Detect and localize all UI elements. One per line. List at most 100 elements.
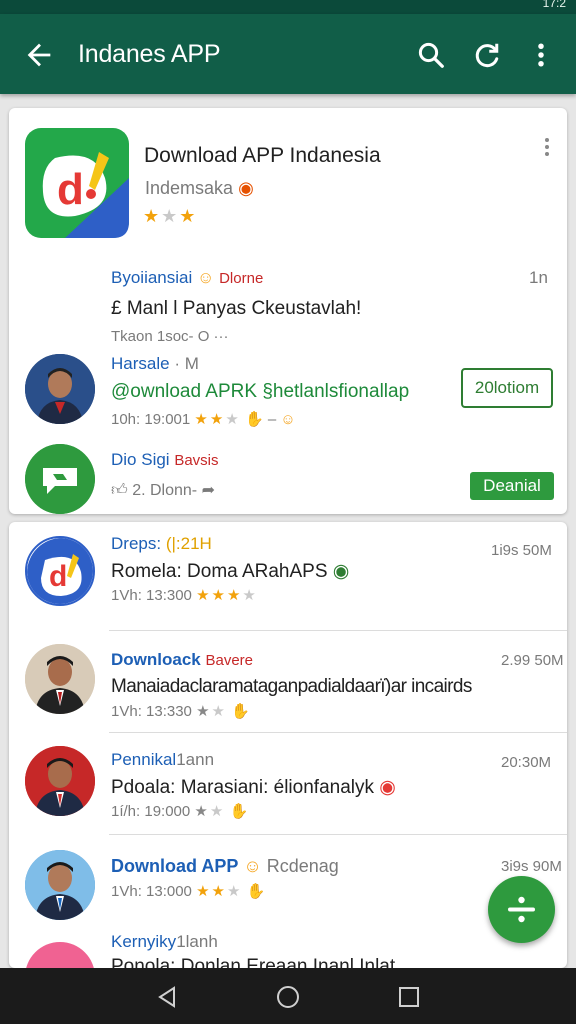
list-item-3-size: 20:30M — [501, 754, 552, 771]
list-divider — [109, 630, 567, 631]
status-clock: 17:2 — [542, 0, 566, 10]
comment-3-tag: Bavsis — [174, 452, 219, 469]
list-item-5-name[interactable]: Kernyiky — [111, 932, 176, 951]
list-item-3-description: Pdoala: Marasiani: élionfanalyk — [111, 777, 374, 798]
comment-3-avatar[interactable] — [25, 444, 95, 514]
nav-back-icon[interactable] — [156, 986, 178, 1008]
list-item-1-meta: 1Vh: 13:300 ★★★★ — [111, 586, 258, 604]
list-item-3-text: Pdoala: Marasiani: élionfanalyk ◉ — [111, 776, 396, 799]
floating-action-button[interactable] — [488, 876, 555, 943]
app-developer: Indemsaka ◉ — [145, 178, 254, 199]
app-rating-stars: ★★★ — [143, 206, 198, 226]
smile-emoji-icon: ☺ — [197, 268, 215, 287]
app-title: Download APP Indanesia — [144, 144, 381, 167]
list-item-4-time: 1Vh: 13:000 — [111, 883, 192, 900]
person-avatar-icon — [25, 850, 95, 920]
list-item-5-badge: 1lanh — [176, 932, 218, 951]
nav-recents-icon[interactable] — [398, 986, 420, 1008]
list-item-2-description: Manaiadaclaramataganpadialdaarï)ar incai… — [111, 676, 472, 697]
list-divider — [109, 732, 567, 733]
comment-2-action-button[interactable]: 20lotiom — [461, 368, 553, 408]
comment-3-header: Dio Sigi Bavsis — [111, 450, 219, 470]
comment-2-avatar[interactable] — [25, 354, 95, 424]
list-item-1-stars: ★★★★ — [196, 587, 258, 604]
thumbs-up-icon[interactable]: 👍︎ — [111, 482, 128, 499]
list-item-1-icon[interactable]: d — [25, 536, 95, 606]
list-item-2-badge: Bavere — [205, 652, 254, 669]
list-item-1-time: 1Vh: 13:300 — [111, 587, 192, 604]
person-avatar-icon — [25, 644, 95, 714]
comment-2-meta: 10h: 19:001 ★★★ ✋ – ☺ — [111, 410, 296, 428]
app-logo-icon: d — [27, 538, 93, 604]
comment-2-dash: – — [267, 411, 277, 428]
comment-3-likes: 2. Dlonn- — [132, 482, 198, 499]
list-item-1-size: 1i9s 50M — [491, 542, 552, 559]
list-item-2-header: Downloack Bavere — [111, 650, 253, 670]
emoji-icon: ☺ — [243, 856, 262, 876]
divide-icon — [508, 896, 535, 923]
list-item-3-stars: ★★ — [194, 803, 226, 820]
developer-name: Indemsaka — [145, 178, 234, 198]
list-item-4-name[interactable]: Download APP — [111, 856, 238, 876]
page-title: Indanes APP — [78, 40, 221, 68]
hand-icon: ✋ — [229, 803, 249, 820]
list-item-2-time: 1Vh: 13:330 — [111, 703, 192, 720]
app-logo-icon[interactable]: d — [25, 128, 129, 238]
list-item-3-avatar[interactable] — [25, 746, 95, 816]
comment-3-action-button[interactable]: Deanial — [470, 472, 554, 500]
featured-app-card[interactable]: d Download APP Indanesia Indemsaka ◉ ★★★… — [9, 108, 567, 514]
emoji-icon: ☺ — [280, 411, 296, 428]
search-icon[interactable] — [416, 40, 446, 70]
nav-home-icon[interactable] — [276, 985, 300, 1009]
app-list-card: d Dreps: (|:21H 1i9s 50M Romela: Doma AR… — [9, 522, 567, 968]
card-more-icon[interactable] — [541, 136, 553, 158]
comment-1-header: Byoiiansiai ☺ Dlorne — [111, 268, 263, 288]
list-item-2-stars: ★★ — [196, 703, 227, 720]
list-item-4-size: 3i9s 90M — [501, 858, 562, 875]
list-divider — [109, 834, 567, 835]
emoji-icon: ◉ — [379, 777, 396, 798]
comment-1-meta: Tkaon 1soc- O ··· — [111, 328, 229, 345]
comment-2-author[interactable]: Harsale — [111, 354, 170, 373]
list-item-4-badge: Rcdenag — [266, 856, 339, 876]
chat-bubble-icon — [25, 444, 95, 514]
person-avatar-icon — [25, 746, 95, 816]
app-bar: Indanes APP — [0, 14, 576, 94]
list-item-1-text: Romela: Doma ARahAPS ◉ — [111, 560, 349, 583]
status-left-text — [8, 0, 35, 10]
comment-3-author[interactable]: Dio Sigi — [111, 450, 170, 469]
svg-text:d: d — [57, 165, 84, 214]
hand-icon: ✋ — [231, 703, 250, 720]
share-icon[interactable]: ➦ — [202, 482, 215, 499]
list-item-3-header: Pennikal1ann — [111, 750, 214, 770]
svg-text:d: d — [49, 560, 67, 593]
arrow-left-icon[interactable] — [22, 38, 56, 72]
hand-icon: ✋ — [246, 883, 266, 900]
comment-2-suffix: · M — [174, 354, 199, 373]
list-item-4-meta: 1Vh: 13:000 ★★★ ✋ — [111, 882, 265, 900]
list-item-4-header: Download APP ☺ Rcdenag — [111, 856, 339, 877]
comment-1-author[interactable]: Byoiiansiai — [111, 268, 192, 287]
list-item-2-size: 2.99 50M — [501, 652, 564, 669]
comment-2-header: Harsale · M — [111, 354, 199, 374]
status-bar: 17:2 — [0, 0, 576, 14]
refresh-icon[interactable] — [473, 40, 503, 70]
comment-2-text[interactable]: @ownload APRK §hetlanlsfionallap — [111, 381, 409, 403]
list-item-5-avatar[interactable] — [25, 942, 95, 968]
list-item-1-name[interactable]: Dreps: — [111, 534, 161, 553]
emoji-icon: ◉ — [332, 561, 350, 582]
comment-3-meta: 👍︎ 2. Dlonn- ➦ — [111, 480, 215, 500]
list-item-3-name[interactable]: Pennikal — [111, 750, 176, 769]
list-item-5-description: Ponola: Donlan Ereaan Inanl Inlat — [111, 956, 396, 968]
comment-2-time: 10h: 19:001 — [111, 411, 191, 428]
list-item-4-avatar[interactable] — [25, 850, 95, 920]
list-item-2-avatar[interactable] — [25, 644, 95, 714]
comment-1-time: 1n — [529, 268, 548, 287]
list-item-4-stars: ★★★ — [196, 883, 243, 900]
comment-1-text: £ Manl l Panyas Ckeustavlah! — [111, 298, 362, 319]
more-vert-icon[interactable] — [526, 40, 556, 70]
list-item-1-description: Romela: Doma ARahAPS — [111, 561, 328, 582]
list-item-2-name[interactable]: Downloack — [111, 650, 201, 669]
list-item-3-time: 1í/h: 19:000 — [111, 803, 191, 820]
person-avatar-icon — [25, 354, 95, 424]
